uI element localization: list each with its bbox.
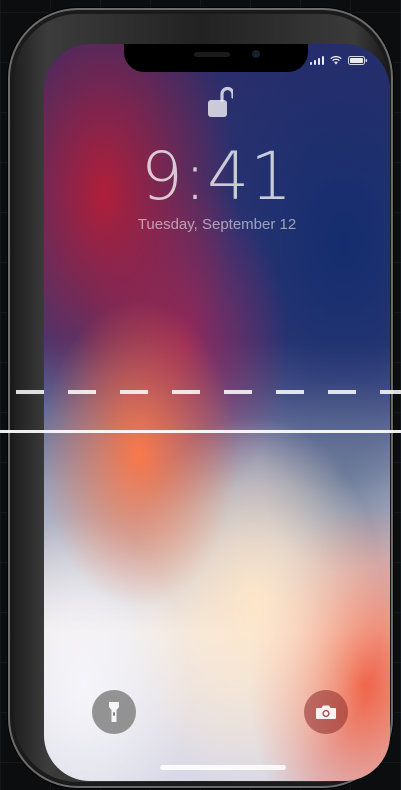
iphone-frame: 9:41 Tuesday, September 12 [8, 8, 393, 788]
speaker-grille [194, 52, 230, 57]
solid-guide-line [0, 430, 401, 433]
status-bar [309, 56, 369, 65]
wifi-icon [330, 56, 342, 65]
lock-screen: 9:41 Tuesday, September 12 [44, 44, 390, 781]
unlocked-padlock-icon [208, 86, 233, 117]
cellular-signal-icon [309, 56, 324, 65]
flashlight-button[interactable] [92, 690, 136, 734]
lock-screen-time: 9:41 [140, 138, 294, 215]
notch [124, 44, 308, 72]
dashed-guide-line [0, 390, 401, 394]
camera-button[interactable] [304, 690, 348, 734]
battery-icon [348, 56, 368, 65]
lock-screen-date: Tuesday, September 12 [137, 216, 297, 233]
camera-icon [316, 705, 336, 719]
front-camera [252, 50, 260, 58]
home-indicator[interactable] [160, 765, 286, 770]
flashlight-icon [109, 702, 119, 722]
